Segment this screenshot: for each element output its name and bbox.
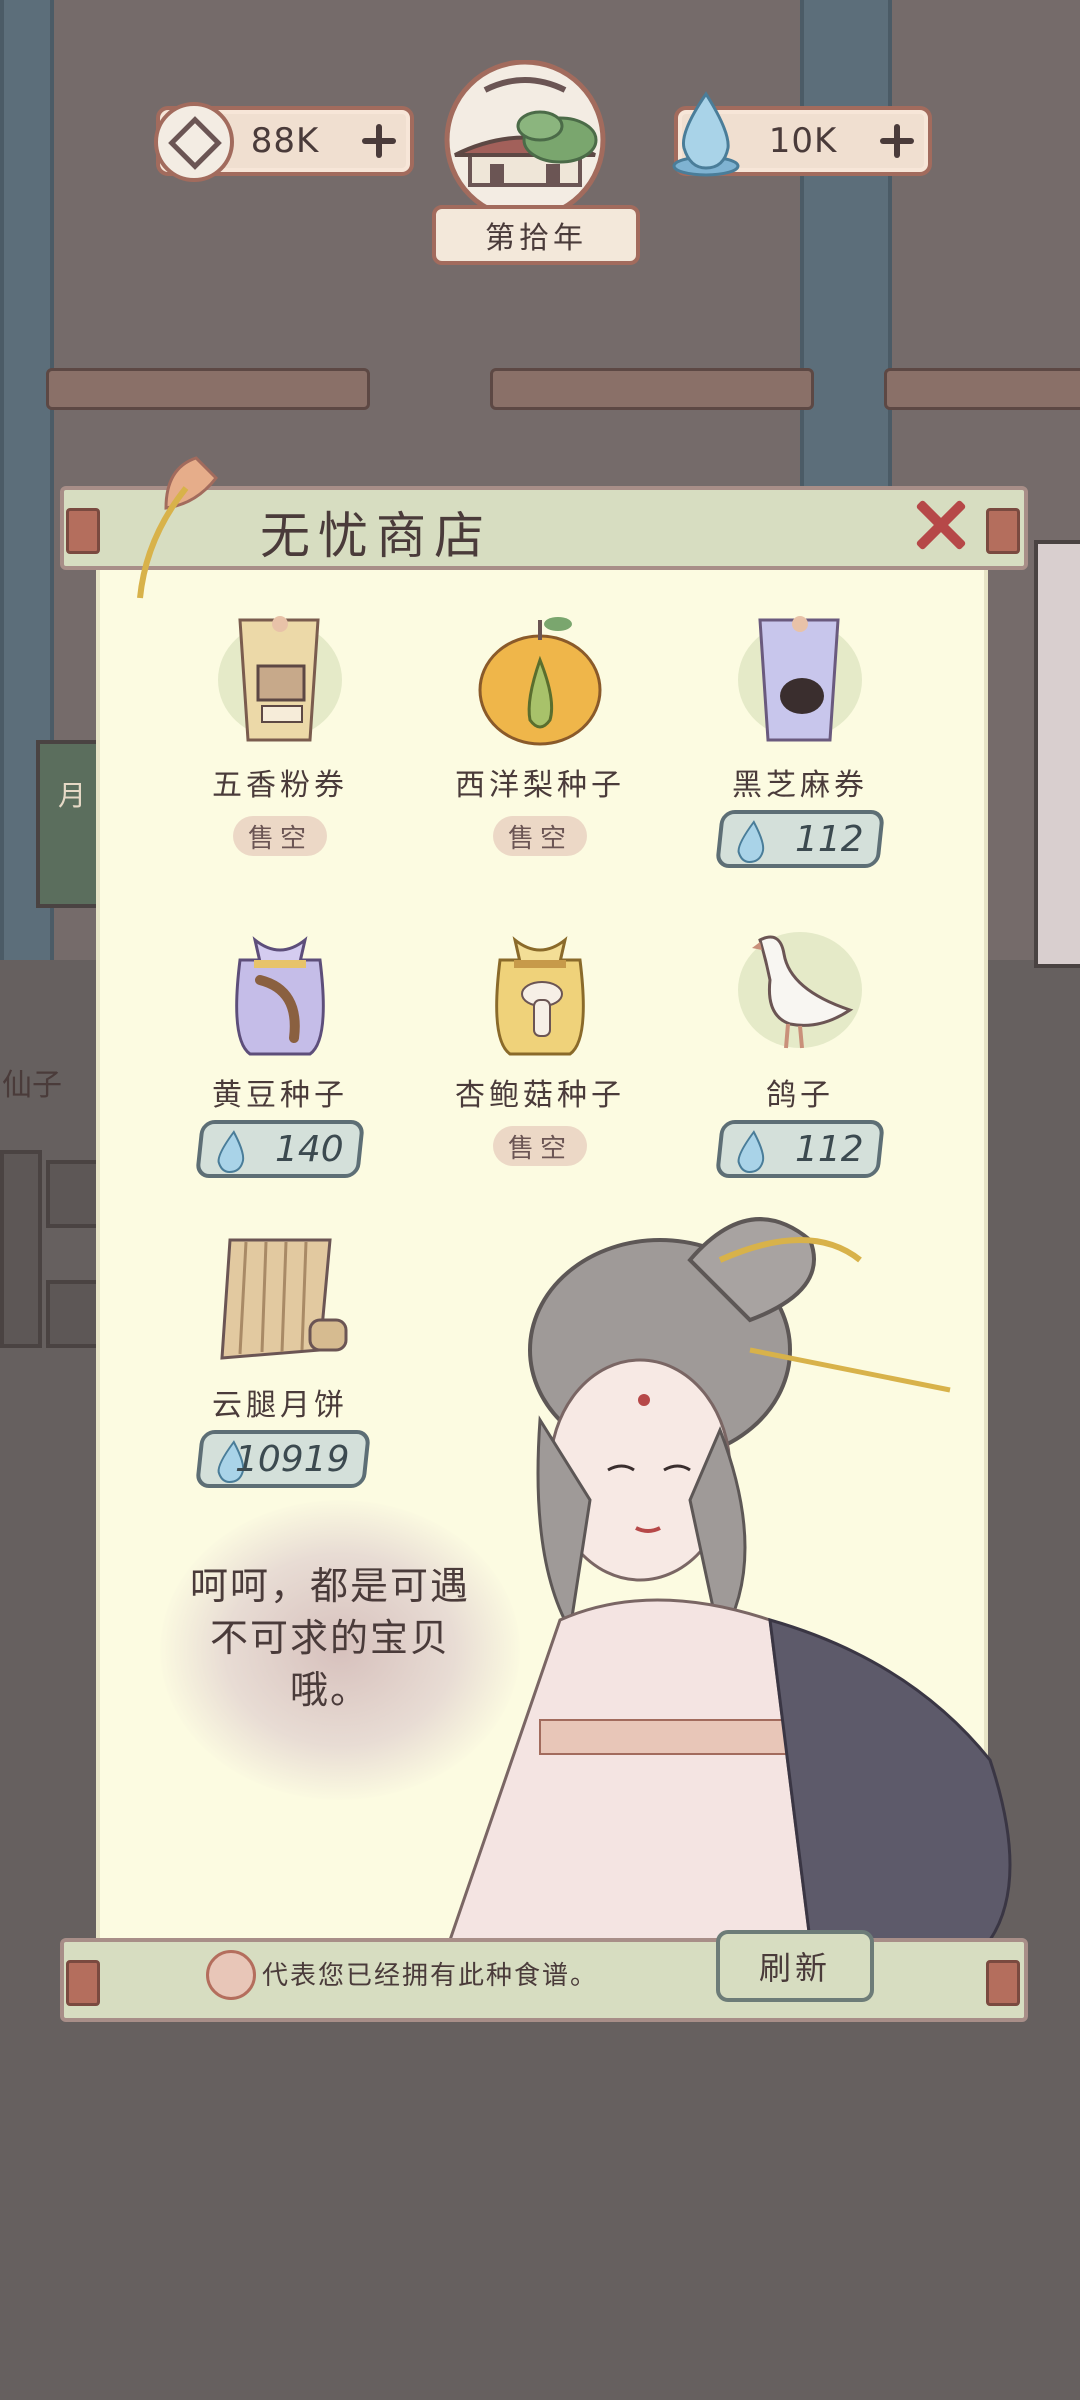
npc-name-label: 仙子 xyxy=(2,1068,62,1103)
pear-icon xyxy=(478,617,602,746)
rod-knob-left xyxy=(66,508,100,554)
refresh-button[interactable]: 刷新 xyxy=(716,1930,874,2002)
water-drop-icon xyxy=(737,1130,765,1174)
item-name: 黄豆种子 xyxy=(212,1078,348,1113)
right-door xyxy=(1034,540,1080,968)
add-coins-button[interactable] xyxy=(358,120,400,162)
recipe-scroll-icon xyxy=(220,1238,348,1360)
coin-icon xyxy=(154,102,234,182)
wall-sign: 月 xyxy=(36,740,104,908)
pigeon-icon xyxy=(738,932,862,1049)
soybean-bag-icon xyxy=(235,936,325,1056)
owned-recipe-hint: 代表您已经拥有此种食谱。 xyxy=(262,1961,599,1991)
shop-title: 无忧商店 xyxy=(260,507,492,565)
water-value: 10K xyxy=(768,121,838,161)
spice-voucher-icon xyxy=(218,616,342,742)
rod-knob-left xyxy=(66,1960,100,2006)
sold-out-badge: 售空 xyxy=(493,816,587,856)
item-name: 杏鲍菇种子 xyxy=(455,1078,625,1113)
owned-recipe-icon xyxy=(206,1950,256,2000)
shelf-beam-right xyxy=(884,368,1080,410)
price-value: 10919 xyxy=(235,1438,350,1480)
item-name: 云腿月饼 xyxy=(212,1388,348,1423)
shelf-beam-left xyxy=(46,368,370,410)
coin-value: 88K xyxy=(250,121,320,161)
sold-out-badge: 售空 xyxy=(493,1126,587,1166)
shop-item[interactable]: 鸽子 112 xyxy=(670,920,930,1220)
shelf-beam-middle xyxy=(490,368,814,410)
water-drop-icon xyxy=(217,1130,245,1174)
shop-item[interactable]: 杏鲍菇种子 售空 xyxy=(410,920,670,1220)
shop-item[interactable]: 黄豆种子 140 xyxy=(150,920,410,1220)
item-name: 五香粉券 xyxy=(212,768,348,803)
buy-price-button[interactable]: 10919 xyxy=(194,1430,372,1488)
water-drop-icon xyxy=(672,91,740,177)
price-value: 112 xyxy=(795,818,864,860)
sold-out-badge: 售空 xyxy=(233,816,327,856)
right-pillar xyxy=(800,0,892,560)
left-cabinet xyxy=(0,1150,42,1348)
coin-counter: 88K xyxy=(154,102,414,182)
item-name: 黑芝麻券 xyxy=(732,768,868,803)
water-drop-icon xyxy=(737,820,765,864)
buy-price-button[interactable]: 140 xyxy=(194,1120,366,1178)
sesame-voucher-icon xyxy=(738,616,862,742)
shop-item[interactable]: 五香粉券 售空 xyxy=(150,610,410,910)
mushroom-bag-icon xyxy=(495,936,585,1056)
item-name: 鸽子 xyxy=(766,1078,834,1113)
wall-sign-text: 月 xyxy=(58,779,87,812)
rod-knob-right xyxy=(986,508,1020,554)
year-label: 第拾年 xyxy=(432,205,640,265)
add-water-button[interactable] xyxy=(876,120,918,162)
rod-knob-right xyxy=(986,1960,1020,2006)
buy-price-button[interactable]: 112 xyxy=(714,810,886,868)
shop-item[interactable]: 云腿月饼 10919 xyxy=(150,1230,410,1530)
water-counter: 10K xyxy=(672,91,932,177)
shopkeeper-portrait xyxy=(448,1217,1012,1940)
shop-item[interactable]: 黑芝麻券 112 xyxy=(670,610,930,910)
price-value: 112 xyxy=(795,1128,864,1170)
buy-price-button[interactable]: 112 xyxy=(714,1120,886,1178)
item-name: 西洋梨种子 xyxy=(455,768,625,803)
price-value: 140 xyxy=(275,1128,344,1170)
close-button[interactable] xyxy=(912,498,966,552)
ginkgo-leaf-icon xyxy=(137,456,218,599)
shop-item[interactable]: 西洋梨种子 售空 xyxy=(410,610,670,910)
